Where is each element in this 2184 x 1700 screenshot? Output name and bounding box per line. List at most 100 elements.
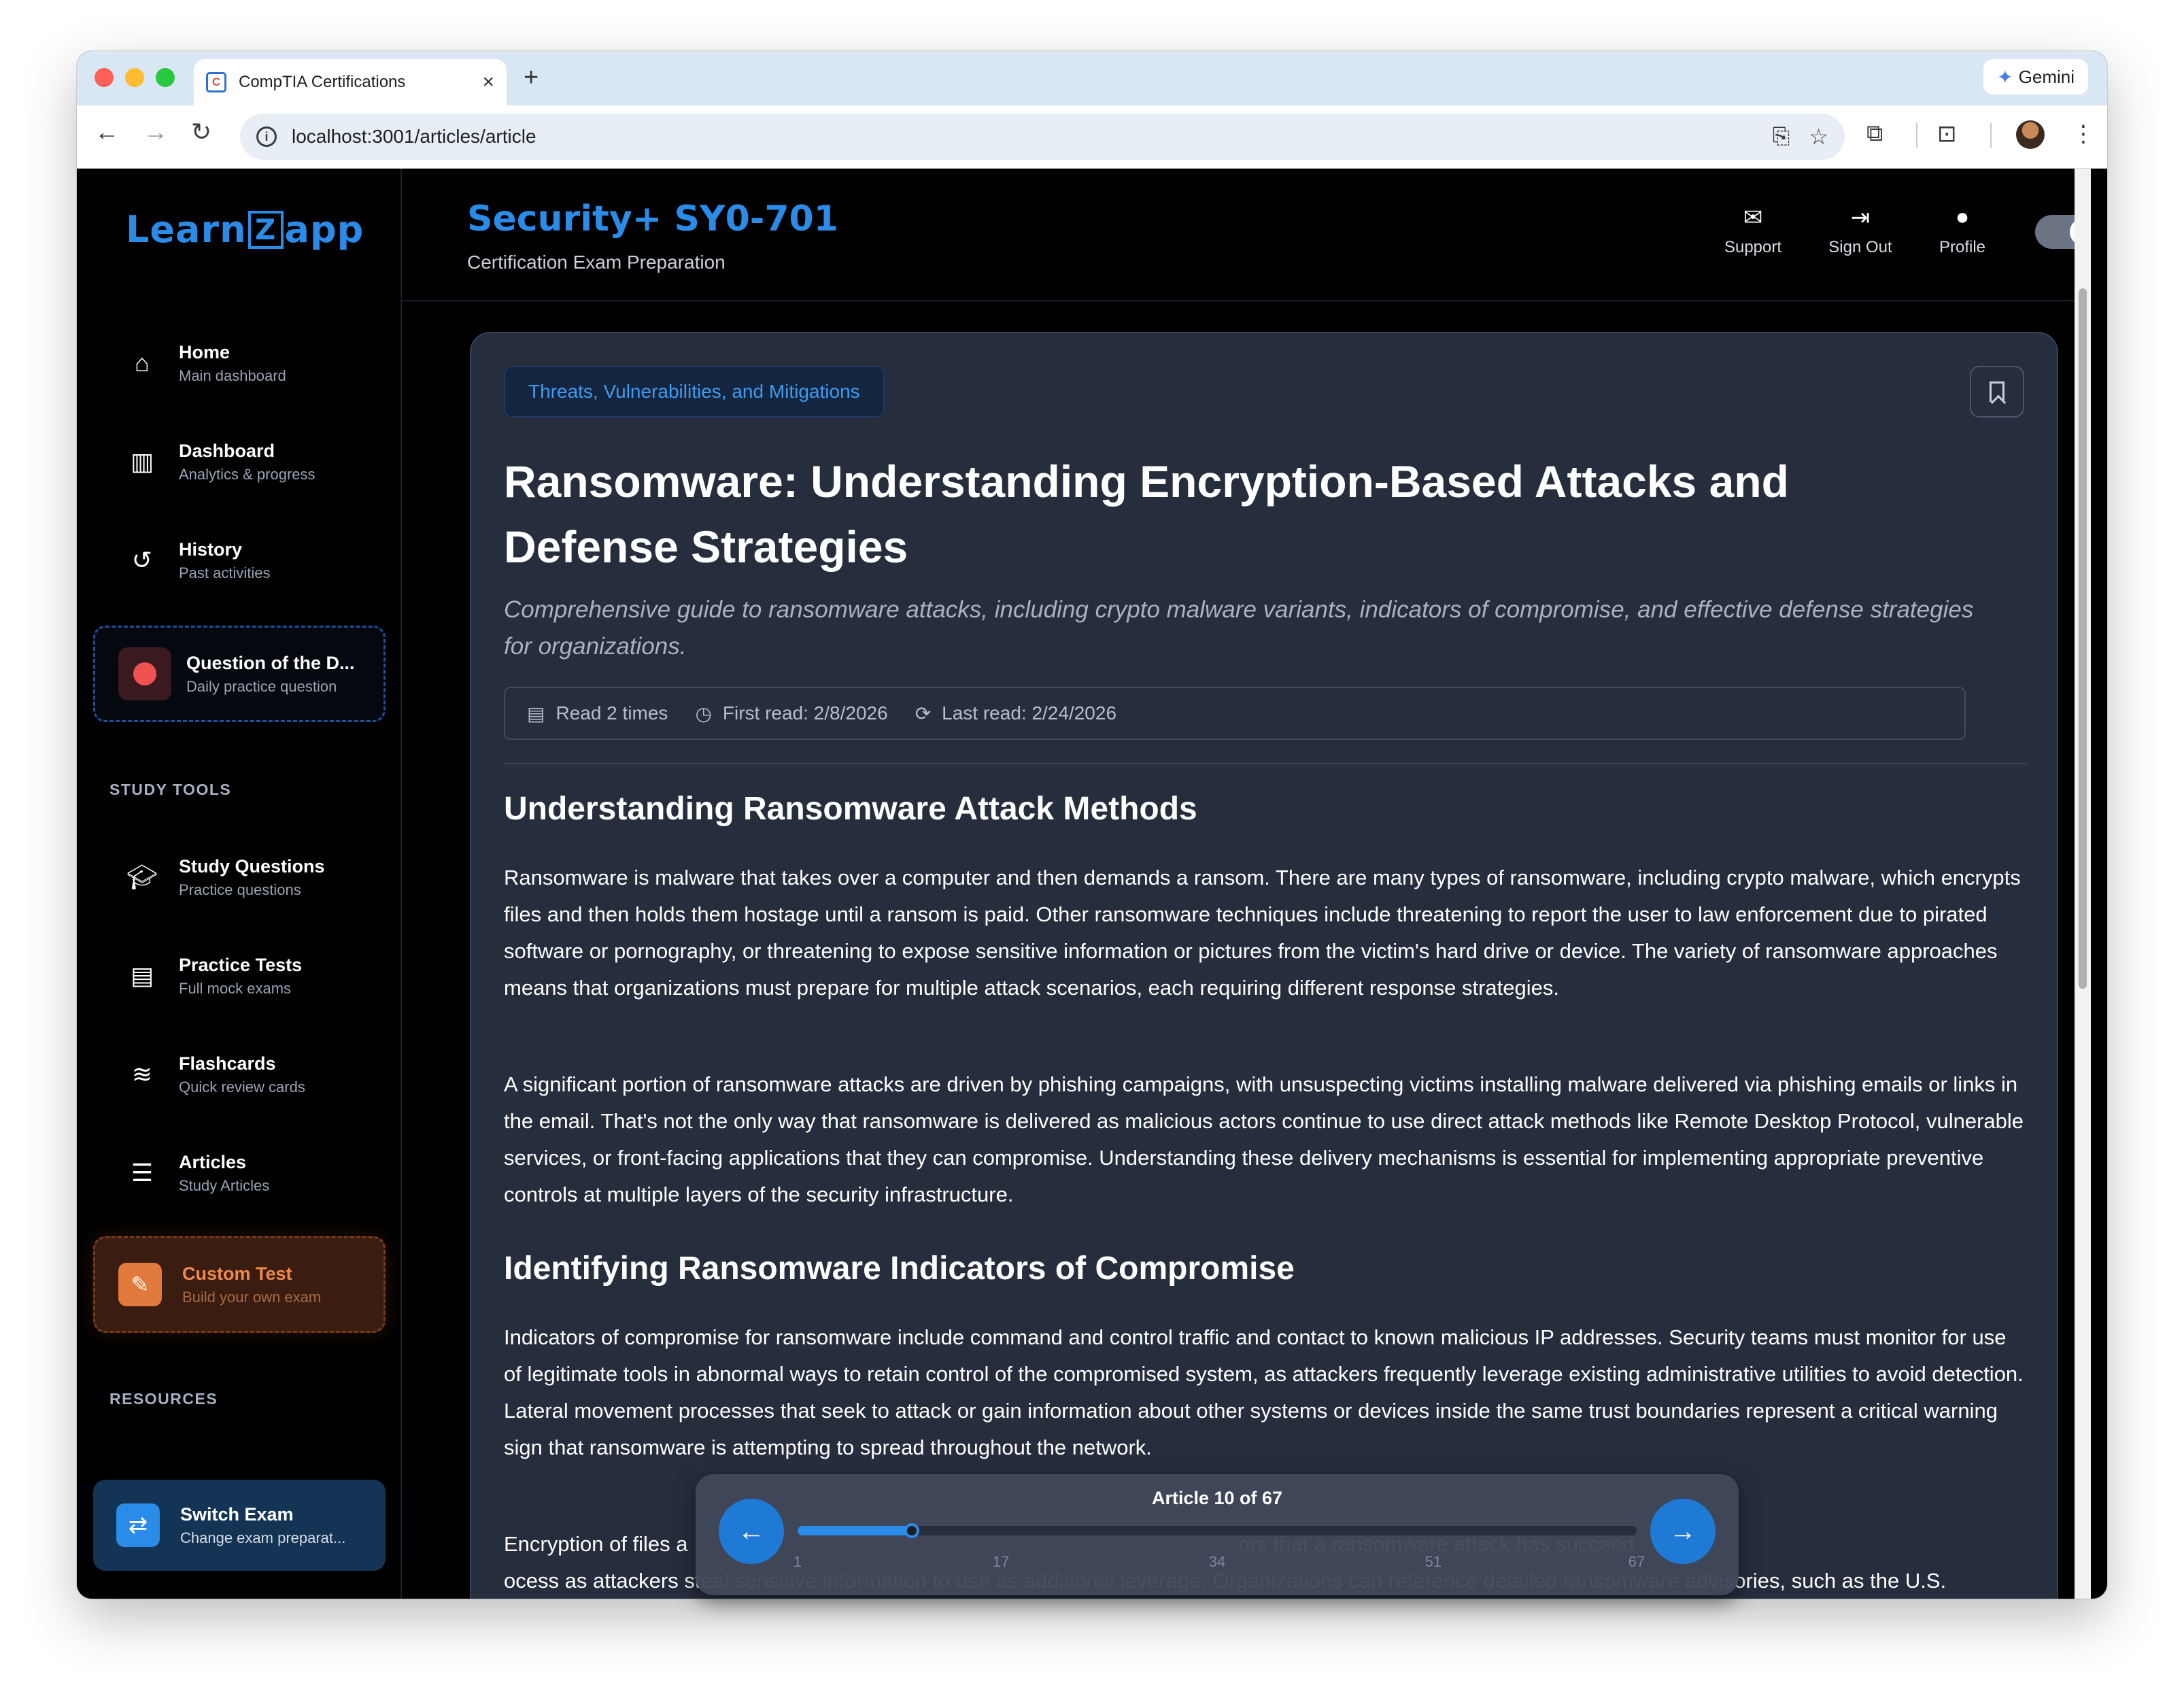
sidebar: Learn Z app ⌂ Home Main dashboard ▥ Dash… [77, 169, 402, 1599]
install-app-icon[interactable]: ⎘ [1773, 124, 1790, 150]
read-stats-bar: ▤ Read 2 times ◷ First read: 2/8/2026 ⟳ … [504, 687, 1966, 740]
first-read-text: First read: 2/8/2026 [722, 702, 888, 724]
switch-exam-sublabel: Change exam preparat... [180, 1529, 346, 1546]
browser-tab[interactable]: C CompTIA Certifications × [194, 59, 507, 105]
next-article-button[interactable]: → [1650, 1499, 1716, 1564]
sidebar-item-label: History [179, 539, 243, 560]
last-read-text: Last read: 2/24/2026 [942, 702, 1117, 724]
sidebar-item-dashboard[interactable]: ▥ Dashboard Analytics & progress [126, 428, 371, 496]
section-heading: Understanding Ransomware Attack Methods [504, 791, 1197, 827]
paragraph: Ransomware is malware that takes over a … [504, 866, 2021, 1000]
slider-tick-label: 67 [1628, 1553, 1645, 1570]
forward-arrow-icon[interactable]: → [143, 118, 168, 146]
browser-toolbar: ← → ↻ i localhost:3001/articles/article … [77, 105, 2107, 169]
clock-icon: ◷ [695, 702, 712, 724]
more-menu-icon[interactable]: ⋮ [2072, 120, 2095, 148]
arrow-right-icon: → [1669, 1516, 1696, 1546]
pager-label: Article 10 of 67 [1151, 1488, 1283, 1508]
logo-z-mark: Z [248, 210, 284, 249]
slider-tick-label: 51 [1424, 1553, 1442, 1570]
bookmark-button[interactable] [1970, 366, 2024, 418]
article-progress-slider[interactable] [798, 1523, 1637, 1538]
sidebar-item-label: Study Questions [179, 855, 325, 877]
close-tab-icon[interactable]: × [482, 71, 494, 94]
profile-button[interactable]: ● Profile [1928, 204, 1996, 257]
switch-exam-button[interactable]: ⇄ Switch Exam Change exam preparat... [93, 1480, 386, 1571]
app-viewport: Learn Z app ⌂ Home Main dashboard ▥ Dash… [77, 169, 2091, 1599]
sidebar-item-flashcards[interactable]: ≋ Flashcards Quick review cards [126, 1040, 371, 1108]
page-scrollbar[interactable] [2075, 169, 2091, 1599]
article-title: Ransomware: Understanding Encryption-Bas… [504, 456, 1789, 572]
exam-title: Security+ SY0-701 [467, 199, 838, 239]
browser-window: C CompTIA Certifications × + ✦ Gemini ← … [77, 51, 2107, 1599]
logo-text-app: app [284, 208, 364, 251]
sidebar-item-study-questions[interactable]: 🎓︎ Study Questions Practice questions [126, 843, 371, 911]
graduation-cap-icon: 🎓︎ [126, 863, 158, 891]
profile-avatar[interactable] [2016, 120, 2045, 149]
tab-search-icon[interactable]: ⊡ [1937, 120, 1957, 148]
section-heading: Identifying Ransomware Indicators of Com… [504, 1251, 1295, 1287]
sidebar-item-home[interactable]: ⌂ Home Main dashboard [126, 329, 371, 397]
bar-chart-icon: ▥ [130, 447, 154, 475]
close-window-button[interactable] [95, 68, 114, 87]
sidebar-item-sublabel: Analytics & progress [179, 465, 315, 483]
resources-heading: RESOURCES [109, 1390, 218, 1408]
custom-test-label: Custom Test [182, 1263, 292, 1284]
qotd-label: Question of the D... [186, 652, 355, 673]
home-icon: ⌂ [135, 349, 150, 377]
previous-article-button[interactable]: ← [719, 1499, 784, 1564]
newspaper-icon: ☰ [131, 1159, 154, 1187]
sign-out-icon: ⇥ [1850, 205, 1871, 231]
qotd-sublabel: Daily practice question [186, 677, 337, 695]
gemini-icon: ✦ [1997, 66, 2013, 88]
sidebar-item-sublabel: Study Articles [179, 1176, 270, 1194]
history-icon: ↺ [131, 546, 153, 574]
edit-icon: ✎ [118, 1263, 162, 1306]
content-divider [504, 763, 2027, 764]
slider-tick-label: 34 [1208, 1553, 1226, 1570]
site-info-icon[interactable]: i [256, 126, 277, 147]
custom-test-button[interactable]: ✎ Custom Test Build your own exam [93, 1236, 386, 1333]
sign-out-label: Sign Out [1828, 238, 1892, 256]
sidebar-item-articles[interactable]: ☰ Articles Study Articles [126, 1139, 371, 1207]
tab-title: CompTIA Certifications [239, 73, 406, 91]
envelope-icon: ✉ [1743, 205, 1763, 231]
back-arrow-icon[interactable]: ← [95, 118, 119, 146]
gemini-button[interactable]: ✦ Gemini [1983, 59, 2088, 95]
bookmark-star-icon[interactable]: ☆ [1809, 124, 1828, 150]
address-bar[interactable]: i localhost:3001/articles/article ⎘ ☆ [240, 114, 1845, 160]
support-button[interactable]: ✉ Support [1719, 204, 1787, 257]
progress-thumb[interactable] [904, 1523, 920, 1538]
browser-tab-bar: C CompTIA Certifications × + ✦ Gemini [77, 51, 2107, 105]
url-text[interactable]: localhost:3001/articles/article [292, 126, 1754, 148]
scrollbar-thumb[interactable] [2079, 288, 2087, 989]
sign-out-button[interactable]: ⇥ Sign Out [1823, 204, 1898, 257]
maximize-window-button[interactable] [156, 68, 175, 87]
first-read-stat: ◷ First read: 2/8/2026 [695, 702, 887, 725]
topic-badge[interactable]: Threats, Vulnerabilities, and Mitigation… [504, 366, 885, 418]
profile-label: Profile [1939, 238, 1986, 256]
custom-test-sublabel: Build your own exam [182, 1288, 322, 1306]
extensions-puzzle-icon[interactable]: ⧉ [1866, 120, 1883, 147]
sidebar-item-label: Home [179, 341, 231, 362]
app-header: Security+ SY0-701 Certification Exam Pre… [402, 169, 2091, 301]
slider-tick-label: 1 [793, 1553, 802, 1570]
read-count-stat: ▤ Read 2 times [527, 702, 668, 725]
bookmark-icon [1990, 381, 2004, 402]
sidebar-item-sublabel: Quick review cards [179, 1078, 305, 1095]
question-of-the-day-card[interactable]: Question of the D... Daily practice ques… [93, 626, 386, 722]
switch-exam-label: Switch Exam [180, 1503, 294, 1525]
sidebar-item-history[interactable]: ↺ History Past activities [126, 526, 371, 594]
read-count-text: Read 2 times [556, 702, 668, 724]
arrow-left-icon: ← [738, 1516, 765, 1546]
gemini-label: Gemini [2018, 66, 2075, 87]
reload-icon[interactable]: ↻ [191, 118, 211, 146]
user-icon: ● [1955, 204, 1970, 230]
learnzapp-logo[interactable]: Learn Z app [126, 208, 364, 251]
sidebar-item-practice-tests[interactable]: ▤ Practice Tests Full mock exams [126, 942, 371, 1010]
last-read-stat: ⟳ Last read: 2/24/2026 [915, 702, 1116, 725]
favicon-icon: C [206, 72, 226, 92]
qotd-indicator-icon [118, 647, 171, 700]
minimize-window-button[interactable] [125, 68, 144, 87]
new-tab-icon[interactable]: + [524, 63, 539, 92]
